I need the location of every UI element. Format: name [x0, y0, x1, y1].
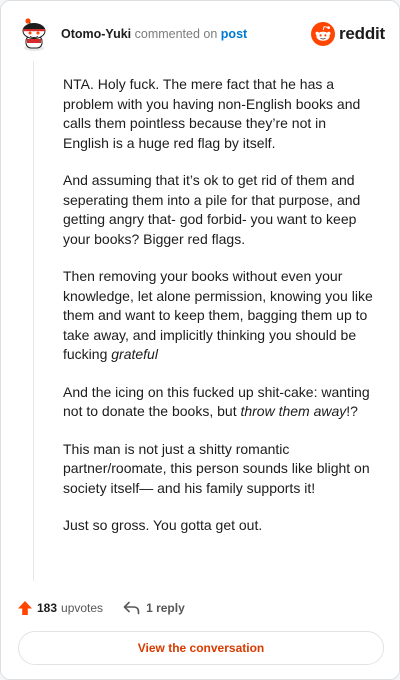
snoo-avatar-icon [22, 18, 46, 51]
view-conversation-button[interactable]: View the conversation [18, 631, 384, 665]
username-link[interactable]: Otomo-Yuki [61, 27, 131, 41]
reddit-comment-embed-card: Otomo-Yuki commented on post reddit NTA.… [0, 0, 400, 680]
paragraph-text: !? [346, 403, 358, 419]
reddit-wordmark: reddit [338, 24, 385, 43]
emphasized-text: throw them away [240, 403, 347, 419]
comment-paragraph: And assuming that it’s ok to get rid of … [63, 171, 373, 249]
paragraph-text: Just so gross. You gotta get out. [63, 517, 263, 533]
post-link[interactable]: post [221, 27, 247, 41]
reply-count: 1 reply [146, 601, 185, 615]
comment-byline: Otomo-Yuki commented on post [61, 27, 247, 41]
paragraph-text: And assuming that it’s ok to get rid of … [63, 172, 361, 247]
emphasized-text: grateful [111, 346, 158, 362]
paragraph-text: This man is not just a shitty romantic p… [63, 440, 370, 496]
comment-paragraph: NTA. Holy fuck. The mere fact that he ha… [63, 75, 373, 153]
thread-line [33, 61, 34, 581]
paragraph-text: Then removing your books without even yo… [63, 268, 373, 362]
paragraph-text: NTA. Holy fuck. The mere fact that he ha… [63, 76, 361, 151]
upvote-arrow-icon[interactable] [17, 600, 33, 616]
comment-paragraph: Just so gross. You gotta get out. [63, 516, 373, 536]
reddit-logo[interactable]: reddit [310, 21, 385, 47]
reddit-alien-icon [310, 22, 335, 46]
byline-verb: commented on [131, 27, 221, 41]
upvote-count: 183 [37, 601, 58, 615]
comment-paragraph: And the icing on this fucked up shit-cak… [63, 383, 373, 422]
comment-paragraph: This man is not just a shitty romantic p… [63, 440, 373, 499]
user-avatar[interactable] [17, 17, 51, 51]
comment-paragraph: Then removing your books without even yo… [63, 267, 373, 365]
comment-body: NTA. Holy fuck. The mere fact that he ha… [63, 75, 373, 554]
comment-footer: 183 upvotes 1 reply [17, 598, 185, 618]
upvote-control[interactable]: 183 upvotes [17, 600, 103, 616]
reply-arrow-icon [123, 601, 140, 615]
upvote-label: upvotes [61, 601, 104, 615]
reply-control[interactable]: 1 reply [123, 601, 185, 615]
comment-header: Otomo-Yuki commented on post reddit [17, 17, 385, 51]
